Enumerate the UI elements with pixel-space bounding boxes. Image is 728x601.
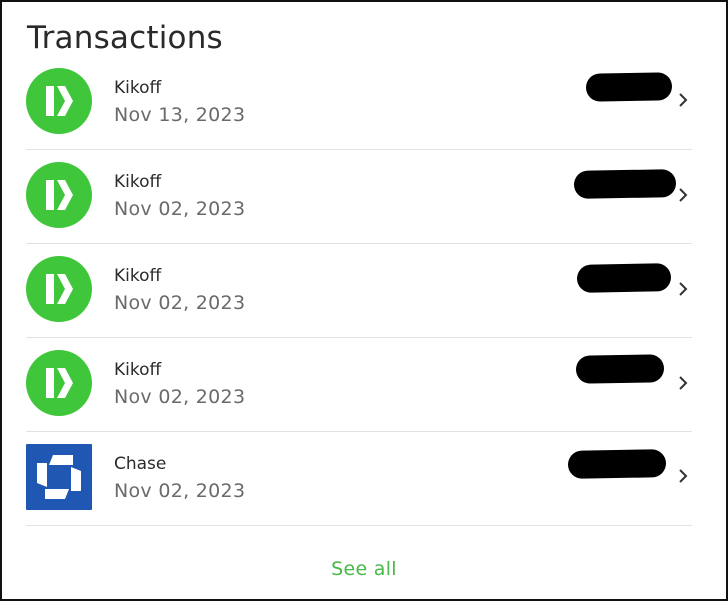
merchant-name: Kikoff xyxy=(114,360,162,380)
transaction-row[interactable]: Kikoff Nov 13, 2023 xyxy=(26,56,692,150)
transaction-row[interactable]: Kikoff Nov 02, 2023 xyxy=(26,150,692,244)
transaction-date: Nov 02, 2023 xyxy=(114,480,246,502)
merchant-name: Chase xyxy=(114,454,167,474)
redacted-amount xyxy=(576,263,672,293)
redacted-amount xyxy=(573,169,677,199)
kikoff-logo-icon xyxy=(26,68,92,134)
chevron-right-icon xyxy=(679,188,688,202)
merchant-name: Kikoff xyxy=(114,172,162,192)
redacted-amount xyxy=(567,449,667,479)
merchant-name: Kikoff xyxy=(114,78,162,98)
kikoff-logo-icon xyxy=(26,162,92,228)
kikoff-logo-icon xyxy=(26,350,92,416)
chevron-right-icon xyxy=(679,93,688,107)
page-title: Transactions xyxy=(27,20,223,56)
transaction-date: Nov 13, 2023 xyxy=(114,104,246,126)
transaction-row[interactable]: Kikoff Nov 02, 2023 xyxy=(26,244,692,338)
transaction-row[interactable]: Chase Nov 02, 2023 xyxy=(26,432,692,526)
chevron-right-icon xyxy=(679,282,688,296)
transaction-row[interactable]: Kikoff Nov 02, 2023 xyxy=(26,338,692,432)
redacted-amount xyxy=(575,354,665,384)
kikoff-logo-icon xyxy=(26,256,92,322)
transactions-list: Kikoff Nov 13, 2023 Kikoff Nov 02, 2023 xyxy=(26,56,692,526)
transaction-date: Nov 02, 2023 xyxy=(114,292,246,314)
merchant-name: Kikoff xyxy=(114,266,162,286)
transaction-date: Nov 02, 2023 xyxy=(114,198,246,220)
see-all-link[interactable]: See all xyxy=(2,558,726,580)
chevron-right-icon xyxy=(679,376,688,390)
redacted-amount xyxy=(585,72,673,102)
chevron-right-icon xyxy=(679,469,688,483)
transactions-card: Transactions Kikoff Nov 13, 2023 Kikoff … xyxy=(0,0,728,601)
chase-logo-icon xyxy=(26,444,92,510)
transaction-date: Nov 02, 2023 xyxy=(114,386,246,408)
